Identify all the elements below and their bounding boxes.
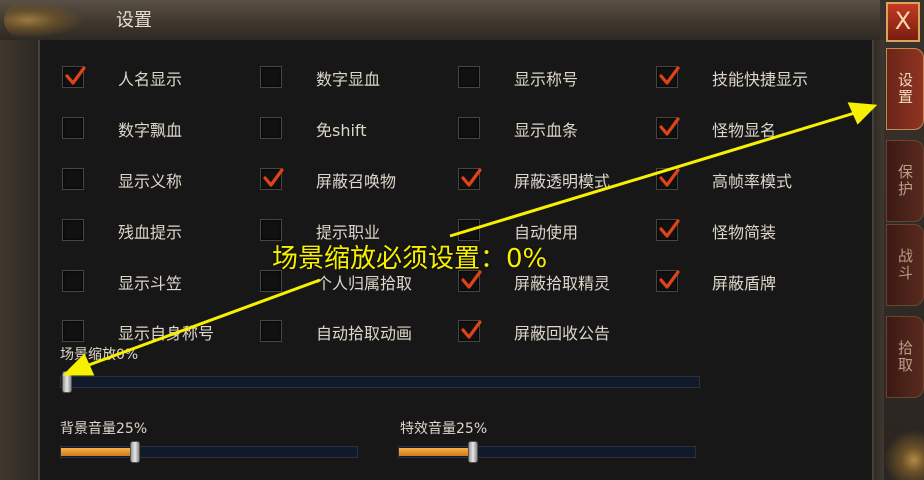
option-row[interactable]: 显示斗笠 <box>62 268 182 294</box>
option-checkbox[interactable] <box>656 270 680 292</box>
fx-volume-fill <box>399 448 473 456</box>
fx-volume-thumb[interactable] <box>468 441 478 463</box>
fx-volume-slider[interactable] <box>398 441 696 463</box>
option-row[interactable]: 屏蔽召唤物 <box>260 166 396 192</box>
fx-volume-label: 特效音量25% <box>400 421 488 437</box>
option-label: 显示义称 <box>118 172 183 191</box>
checkmark-icon <box>659 219 680 238</box>
option-label: 显示斗笠 <box>118 274 183 293</box>
option-label: 高帧率模式 <box>712 172 793 191</box>
bg-volume-slider[interactable] <box>60 441 358 463</box>
option-label: 显示自身称号 <box>118 324 215 343</box>
option-checkbox[interactable] <box>62 66 86 88</box>
option-checkbox[interactable] <box>458 66 480 88</box>
tab-settings[interactable]: 设置 <box>886 48 924 130</box>
checkmark-icon <box>461 320 482 339</box>
option-label: 显示血条 <box>514 121 579 140</box>
option-label: 自动拾取动画 <box>316 324 413 343</box>
checkmark-icon <box>659 117 680 136</box>
option-label: 屏蔽回收公告 <box>514 324 611 343</box>
checkmark-icon <box>659 66 680 85</box>
annotation-text: 场景缩放必须设置：0% <box>272 244 548 274</box>
corner-ornament-icon <box>884 400 924 480</box>
option-checkbox[interactable] <box>458 117 480 139</box>
option-checkbox[interactable] <box>62 117 84 139</box>
bg-volume-thumb[interactable] <box>130 441 140 463</box>
option-row[interactable]: 免shift <box>260 115 367 141</box>
bg-volume-fill <box>61 448 135 456</box>
option-label: 人名显示 <box>118 70 183 89</box>
window-title: 设置 <box>116 10 152 31</box>
dragon-ornament-icon <box>4 2 84 38</box>
option-row[interactable]: 显示自身称号 <box>62 318 214 344</box>
option-label: 怪物简装 <box>712 223 777 242</box>
option-row[interactable]: 屏蔽透明模式 <box>458 166 610 192</box>
option-row[interactable]: 屏蔽盾牌 <box>656 268 776 294</box>
option-label: 屏蔽召唤物 <box>316 172 397 191</box>
title-bar: 设置 <box>0 0 880 41</box>
tab-pickup[interactable]: 拾取 <box>886 316 924 398</box>
option-checkbox[interactable] <box>260 320 282 342</box>
option-row[interactable]: 技能快捷显示 <box>656 64 808 90</box>
option-row[interactable]: 屏蔽回收公告 <box>458 318 610 344</box>
option-checkbox[interactable] <box>62 270 84 292</box>
checkmark-icon <box>65 66 86 85</box>
option-label: 数字飘血 <box>118 121 183 140</box>
option-row[interactable]: 数字显血 <box>260 64 380 90</box>
scene-zoom-label: 场景缩放0% <box>60 347 139 363</box>
option-label: 屏蔽透明模式 <box>514 172 611 191</box>
option-checkbox[interactable] <box>656 66 680 88</box>
option-row[interactable]: 显示义称 <box>62 166 182 192</box>
option-checkbox[interactable] <box>62 168 84 190</box>
option-row[interactable]: 高帧率模式 <box>656 166 792 192</box>
option-row[interactable]: 人名显示 <box>62 64 182 90</box>
option-row[interactable]: 显示称号 <box>458 64 578 90</box>
option-label: 免shift <box>316 121 367 140</box>
option-row[interactable]: 怪物简装 <box>656 217 776 243</box>
option-label: 显示称号 <box>514 70 579 89</box>
option-checkbox[interactable] <box>656 168 680 190</box>
option-label: 屏蔽盾牌 <box>712 274 777 293</box>
scene-zoom-slider[interactable] <box>60 371 700 393</box>
option-checkbox[interactable] <box>260 117 282 139</box>
tab-combat[interactable]: 战斗 <box>886 224 924 306</box>
option-checkbox[interactable] <box>458 320 482 342</box>
left-border <box>0 40 38 480</box>
option-checkbox[interactable] <box>656 219 680 241</box>
option-row[interactable]: 数字飘血 <box>62 115 182 141</box>
option-label: 技能快捷显示 <box>712 70 809 89</box>
scene-zoom-thumb[interactable] <box>62 371 72 393</box>
option-checkbox[interactable] <box>62 320 84 342</box>
option-row[interactable]: 显示血条 <box>458 115 578 141</box>
tab-protection[interactable]: 保护 <box>886 140 924 222</box>
option-row[interactable]: 自动拾取动画 <box>260 318 412 344</box>
option-checkbox[interactable] <box>260 168 284 190</box>
checkmark-icon <box>461 168 482 187</box>
option-checkbox[interactable] <box>656 117 680 139</box>
bg-volume-label: 背景音量25% <box>60 421 148 437</box>
option-label: 数字显血 <box>316 70 381 89</box>
option-checkbox[interactable] <box>458 168 482 190</box>
checkmark-icon <box>263 168 284 187</box>
option-row[interactable]: 怪物显名 <box>656 115 776 141</box>
close-button[interactable]: X <box>886 2 920 42</box>
option-label: 怪物显名 <box>712 121 777 140</box>
checkmark-icon <box>659 168 680 187</box>
option-checkbox[interactable] <box>62 219 84 241</box>
option-label: 残血提示 <box>118 223 183 242</box>
option-checkbox[interactable] <box>260 66 282 88</box>
checkmark-icon <box>659 270 680 289</box>
option-row[interactable]: 残血提示 <box>62 217 182 243</box>
